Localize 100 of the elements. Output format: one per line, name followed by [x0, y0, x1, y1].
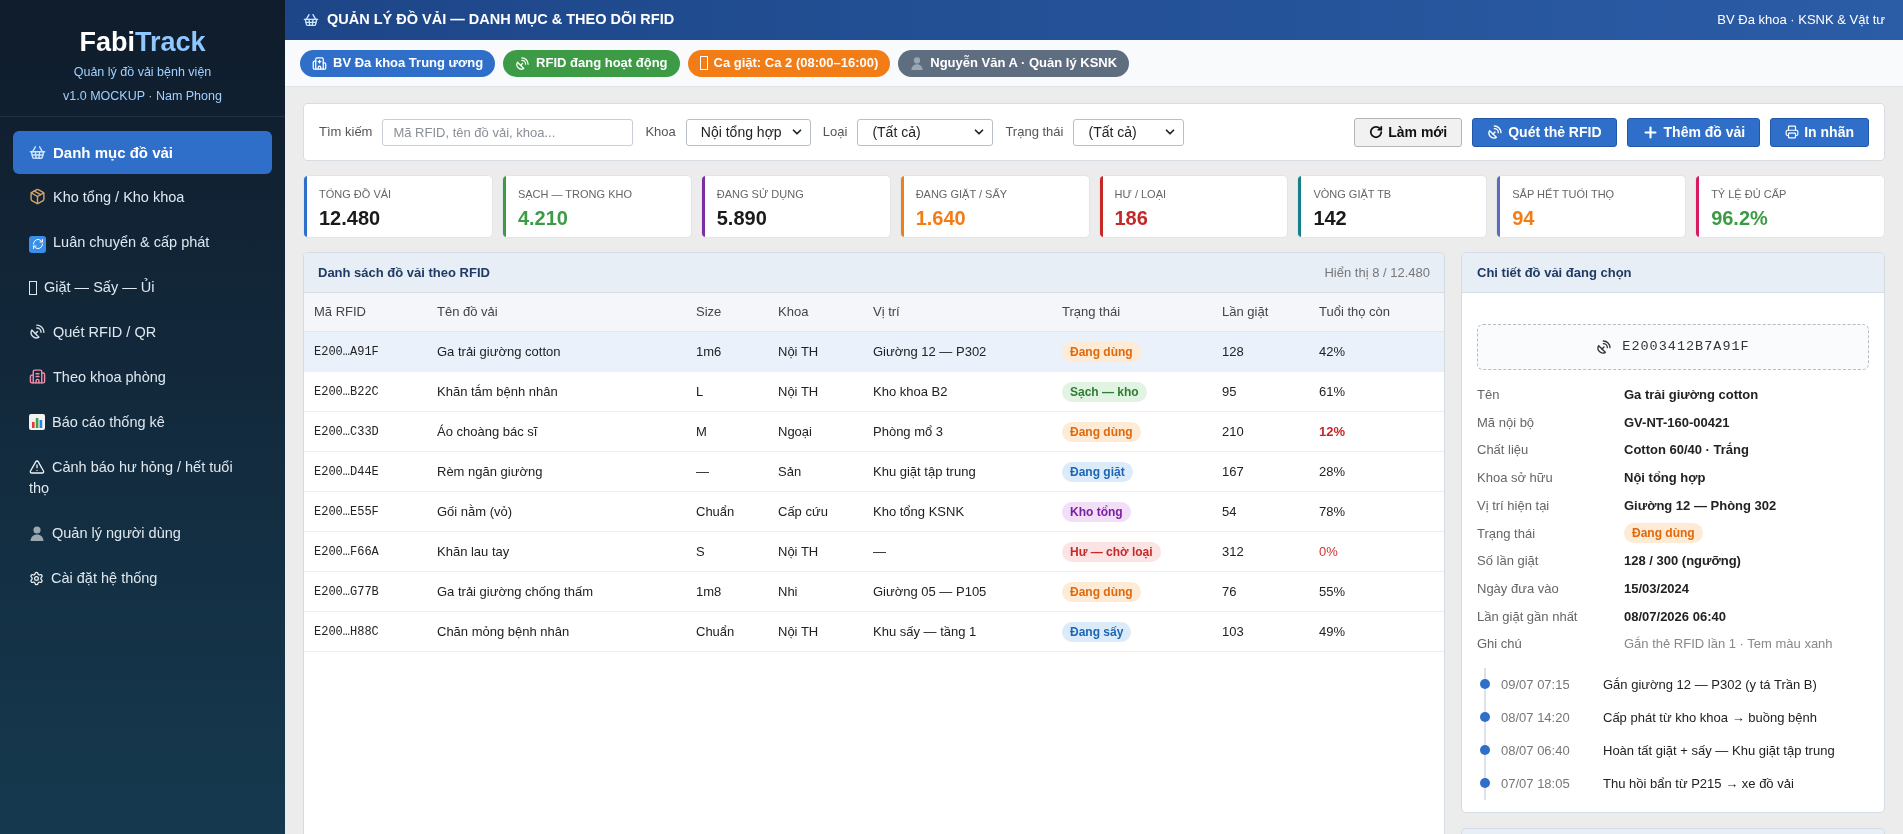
info-chip: Nguyễn Văn A · Quản lý KSNK [898, 49, 1130, 77]
user-icon [910, 56, 925, 70]
timeline-event: Hoàn tất giặt + sấy — Khu giặt tập trung [1603, 741, 1835, 760]
table-cell-text: Khăn tắm bệnh nhân [436, 382, 559, 401]
logo-text: FabiTrack [79, 26, 206, 58]
timeline-time: 09/07 07:15 [1501, 675, 1571, 694]
table-cell-text: Nội TH [777, 342, 820, 361]
column-header: Lần giặt [1221, 303, 1270, 322]
stat-label: SẠCH — TRONG KHO [517, 187, 632, 201]
table-cell-text: 78% [1318, 502, 1347, 521]
building-icon [29, 368, 46, 385]
search-field[interactable]: Mã RFID, tên đồ vải, khoa... [382, 118, 634, 146]
table-cell-text: Rèm ngăn giường [436, 462, 544, 481]
user-icon [29, 525, 45, 541]
stat-label: HƯ / LOẠI [1114, 187, 1167, 201]
toolbar-button[interactable]: In nhãn [1770, 117, 1869, 147]
sidebar-item[interactable]: Báo cáo thống kê [13, 401, 272, 444]
stat-value: 186 [1114, 206, 1149, 231]
table-cell-text: Chuẩn [695, 622, 736, 641]
field-label: Tìm kiếm [319, 123, 373, 142]
sidebar-item[interactable]: Luân chuyển & cấp phát [13, 221, 272, 264]
table-cell-text: Khăn lau tay [436, 542, 511, 561]
status-badge: Đang dùng [1062, 421, 1141, 442]
table-row[interactable]: E200…A91F Ga trải giường cotton 1m6 Nội TH Giường 12 — P302 Đang dùng 128 42% [304, 332, 1444, 372]
table-cell-text: 312 [1221, 542, 1245, 561]
detail-label: Trạng thái [1477, 524, 1537, 543]
basket-icon [303, 12, 319, 28]
table-cell-text: Giường 12 — P302 [872, 342, 988, 361]
sidebar-item[interactable]: Cảnh báo hư hỏng / hết tuổi thọ [13, 446, 272, 510]
detail-label: Lần giặt gần nhất [1477, 607, 1579, 626]
hospital-icon [312, 55, 327, 71]
toolbar-button[interactable]: Làm mới [1354, 117, 1463, 147]
version-text: v1.0 MOCKUP · Nam Phong [63, 88, 222, 104]
table-cell-text: 28% [1318, 462, 1347, 481]
dropdown[interactable]: (Tất cả) [857, 118, 994, 146]
table-cell-text: Chăn mỏng bệnh nhân [436, 622, 571, 641]
app-subtitle: Quản lý đồ vải bệnh viện [73, 64, 212, 80]
table-cell-text: E200…C33D [313, 423, 380, 441]
info-chip: BV Đa khoa Trung ương [300, 49, 496, 77]
row-count: Hiển thị 8 / 12.480 [1324, 263, 1430, 282]
stat-label: ĐANG SỬ DỤNG [716, 187, 804, 201]
detail-label: Chất liệu [1477, 441, 1530, 460]
sidebar-item[interactable]: Quét RFID / QR [13, 311, 272, 354]
dropdown[interactable]: Nội tổng hợp [685, 118, 811, 146]
sidebar-item[interactable]: Danh mục đồ vải [13, 131, 272, 174]
table-cell-text: Cấp cứu [777, 502, 829, 521]
refresh-icon [1369, 125, 1384, 139]
timeline-time: 08/07 14:20 [1501, 708, 1571, 727]
table-cell-text: E200…H88C [313, 623, 380, 641]
table-cell-text: Khu sấy — tầng 1 [872, 622, 978, 641]
satellite-dish-icon [1487, 124, 1504, 140]
table-cell-text: S [695, 542, 706, 561]
table-cell-text: 76 [1221, 582, 1238, 601]
sidebar-item[interactable]: Cài đặt hệ thống [13, 557, 272, 600]
table-cell-text: Phòng mổ 3 [872, 422, 945, 441]
stat-value: 1.640 [915, 206, 967, 231]
table-cell-text: 54 [1221, 502, 1238, 521]
table-cell-text: — [695, 462, 710, 481]
table-cell-text: E200…G77B [313, 583, 380, 601]
status-badge: Đang dùng [1062, 341, 1141, 362]
stat-value: 142 [1313, 206, 1348, 231]
stat-label: TỔNG ĐỒ VẢI [319, 187, 392, 201]
column-header: Tên đồ vải [436, 303, 499, 322]
detail-value: GV-NT-160-00421 [1624, 413, 1730, 432]
detail-value: 128 / 300 (ngưỡng) [1624, 552, 1741, 571]
stat-label: VÒNG GIẶT TB [1313, 187, 1392, 201]
panel-title: Chi tiết đồ vải đang chọn [1477, 263, 1632, 282]
detail-value: Nội tổng hợp [1624, 469, 1706, 488]
toolbar-button[interactable]: Thêm đồ vải [1626, 117, 1761, 147]
table-cell-text: E200…E55F [313, 503, 380, 521]
detail-value: 08/07/2026 06:40 [1624, 607, 1726, 626]
sidebar-item[interactable]: Giặt — Sấy — Ủi [13, 266, 272, 309]
detail-label: Khoa sở hữu [1477, 469, 1554, 488]
field-label: Khoa [645, 123, 676, 142]
column-header: Size [695, 303, 723, 322]
table-cell-text: Kho khoa B2 [872, 382, 949, 401]
plus-icon [1641, 123, 1659, 141]
detail-label: Tên [1477, 386, 1501, 405]
table-cell-text: 49% [1318, 622, 1347, 641]
stat-label: SẮP HẾT TUỔI THỌ [1512, 187, 1615, 201]
sidebar-item[interactable]: Theo khoa phòng [13, 356, 272, 399]
table-cell-text: E200…D44E [313, 463, 380, 481]
table-cell-text: 55% [1318, 582, 1347, 601]
table-cell-text: — [872, 542, 887, 561]
warning-icon [29, 459, 45, 475]
column-header: Khoa [777, 303, 810, 322]
toolbar-button[interactable]: Quét thẻ RFID [1472, 117, 1617, 147]
status-badge: Sạch — kho [1062, 381, 1147, 402]
refresh-icon [29, 235, 46, 253]
table-cell-text: Giường 05 — P105 [872, 582, 988, 601]
stat-label: TỶ LỆ ĐỦ CẤP [1711, 187, 1787, 201]
status-badge: Đang sấy [1062, 621, 1132, 642]
sidebar-item[interactable]: Kho tổng / Kho khoa [13, 176, 272, 219]
table-cell-text: 42% [1318, 342, 1347, 361]
table-cell-text: L [695, 382, 705, 401]
sidebar-item[interactable]: Quản lý người dùng [13, 512, 272, 555]
column-header: Trạng thái [1061, 303, 1122, 322]
dropdown[interactable]: (Tất cả) [1073, 118, 1185, 146]
table-cell-text: 61% [1318, 382, 1347, 401]
table-cell-text: M [695, 422, 708, 441]
